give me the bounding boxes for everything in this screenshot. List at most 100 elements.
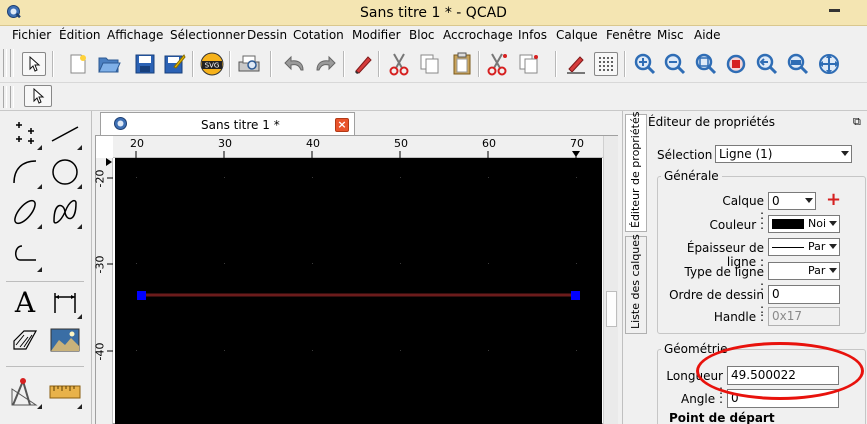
menu-fichier[interactable]: Fichier bbox=[12, 28, 51, 42]
zoom-out-icon bbox=[664, 53, 686, 75]
lineweight-combo[interactable]: Par bbox=[768, 238, 840, 256]
float-dock-button[interactable]: ⧉ bbox=[853, 115, 861, 129]
svg-export-button[interactable]: SVG bbox=[200, 52, 224, 76]
construction-tool-button[interactable] bbox=[6, 373, 44, 411]
compass-icon bbox=[11, 378, 38, 406]
color-label: Couleur : bbox=[709, 218, 764, 232]
menu-accrochage[interactable]: Accrochage bbox=[443, 28, 513, 42]
menu-calque[interactable]: Calque bbox=[556, 28, 598, 42]
draworder-input[interactable]: 0 bbox=[768, 285, 840, 304]
select-button[interactable] bbox=[22, 52, 46, 76]
ruler-tick-label: 30 bbox=[218, 137, 232, 150]
grid-button[interactable] bbox=[594, 52, 618, 76]
handle-label: Handle : bbox=[713, 310, 764, 324]
line-start-handle[interactable] bbox=[137, 291, 146, 300]
menu-fenetre[interactable]: Fenêtre bbox=[606, 28, 651, 42]
copy-button[interactable] bbox=[418, 52, 442, 76]
ruler-tick-label: 60 bbox=[482, 137, 496, 150]
drawing-canvas[interactable] bbox=[115, 158, 602, 424]
menu-aide[interactable]: Aide bbox=[694, 28, 721, 42]
document-tab[interactable]: Sans titre 1 * × bbox=[100, 112, 355, 135]
copy-with-reference-button[interactable] bbox=[517, 52, 541, 76]
tab-property-editor[interactable]: Éditeur de propriétés bbox=[625, 111, 647, 232]
zoom-previous-button[interactable] bbox=[755, 52, 779, 76]
zoom-window-button[interactable] bbox=[786, 52, 810, 76]
toolbar-grip[interactable] bbox=[10, 49, 14, 77]
cut-with-reference-button[interactable] bbox=[485, 52, 509, 76]
new-document-button[interactable] bbox=[66, 52, 90, 76]
linetype-combo[interactable]: Par bbox=[768, 262, 840, 280]
zoom-out-button[interactable] bbox=[663, 52, 687, 76]
pen-button[interactable] bbox=[351, 52, 375, 76]
menu-dessin[interactable]: Dessin bbox=[247, 28, 287, 42]
hatch-tool-button[interactable] bbox=[6, 321, 44, 359]
point-tool-button[interactable] bbox=[6, 114, 44, 152]
dimension-tool-button[interactable] bbox=[46, 283, 84, 321]
save-as-button[interactable] bbox=[163, 52, 187, 76]
toolbar-separator bbox=[270, 51, 272, 77]
pan-button[interactable] bbox=[817, 52, 841, 76]
spline-icon bbox=[53, 199, 77, 224]
polyline-tool-button[interactable] bbox=[6, 236, 44, 274]
menu-cotation[interactable]: Cotation bbox=[293, 28, 344, 42]
redo-button[interactable] bbox=[313, 52, 337, 76]
vertical-ruler: -20 -30 -40 bbox=[93, 158, 113, 424]
undo-button[interactable] bbox=[283, 52, 307, 76]
paste-button[interactable] bbox=[450, 52, 474, 76]
zoom-auto-button[interactable] bbox=[694, 52, 718, 76]
add-layer-button[interactable]: + bbox=[826, 189, 841, 210]
draft-pen-icon bbox=[567, 56, 585, 74]
ruler-tick-label: 40 bbox=[306, 137, 320, 150]
selection-combo[interactable]: Ligne (1) bbox=[715, 145, 852, 163]
menu-affichage[interactable]: Affichage bbox=[107, 28, 163, 42]
scrollbar-thumb[interactable] bbox=[606, 291, 617, 327]
menu-selectionner[interactable]: Sélectionner bbox=[170, 28, 245, 42]
text-tool-button[interactable]: A bbox=[6, 283, 44, 321]
vertical-scrollbar[interactable] bbox=[603, 136, 618, 424]
zoom-window-icon bbox=[787, 53, 809, 75]
save-button[interactable] bbox=[133, 52, 157, 76]
toolbar-grip[interactable] bbox=[3, 49, 7, 77]
draft-mode-button[interactable] bbox=[564, 52, 588, 76]
open-button[interactable] bbox=[97, 52, 121, 76]
arc-tool-button[interactable] bbox=[6, 153, 44, 191]
zoom-in-icon bbox=[634, 53, 656, 75]
print-preview-icon bbox=[238, 55, 260, 72]
ruler-tick-label: -20 bbox=[93, 169, 107, 188]
toolbar-grip[interactable] bbox=[3, 86, 7, 108]
zoom-selection-button[interactable] bbox=[724, 52, 748, 76]
angle-label: Angle : bbox=[680, 392, 723, 406]
measure-tool-button[interactable] bbox=[46, 373, 84, 411]
print-preview-button[interactable] bbox=[237, 52, 261, 76]
circle-tool-button[interactable] bbox=[46, 153, 84, 191]
general-group-title: Générale bbox=[661, 169, 722, 183]
line-end-handle[interactable] bbox=[571, 291, 580, 300]
toolbar-grip[interactable] bbox=[10, 86, 14, 108]
drawing-area: Sans titre 1 * × 20 30 40 50 60 70 -20 -… bbox=[92, 111, 622, 424]
menu-edition[interactable]: Édition bbox=[59, 28, 101, 42]
tab-property-editor-label: Éditeur de propriétés bbox=[629, 111, 642, 228]
minimize-button[interactable] bbox=[829, 9, 840, 12]
ellipse-tool-button[interactable] bbox=[6, 193, 44, 231]
start-point-heading: Point de départ bbox=[669, 411, 775, 424]
selection-value: Ligne (1) bbox=[719, 147, 773, 161]
layer-combo[interactable]: 0 bbox=[768, 192, 816, 210]
image-tool-button[interactable] bbox=[46, 321, 84, 359]
tab-layer-list[interactable]: Liste des calques bbox=[625, 234, 647, 334]
menu-bloc[interactable]: Bloc bbox=[409, 28, 435, 42]
close-tab-button[interactable]: × bbox=[335, 118, 349, 132]
polyline-icon bbox=[15, 245, 36, 261]
cursor-marker-horizontal bbox=[572, 151, 580, 157]
select-mode-button[interactable] bbox=[24, 85, 52, 107]
menu-misc[interactable]: Misc bbox=[657, 28, 684, 42]
copy-icon bbox=[420, 54, 439, 74]
cut-button[interactable] bbox=[387, 52, 411, 76]
menu-infos[interactable]: Infos bbox=[518, 28, 547, 42]
zoom-in-button[interactable] bbox=[633, 52, 657, 76]
spline-tool-button[interactable] bbox=[46, 193, 84, 231]
pan-icon bbox=[819, 54, 839, 74]
ruler-tick-label: -30 bbox=[93, 255, 107, 274]
line-tool-button[interactable] bbox=[46, 114, 84, 152]
color-combo[interactable]: Noi bbox=[768, 215, 840, 233]
menu-modifier[interactable]: Modifier bbox=[352, 28, 401, 42]
